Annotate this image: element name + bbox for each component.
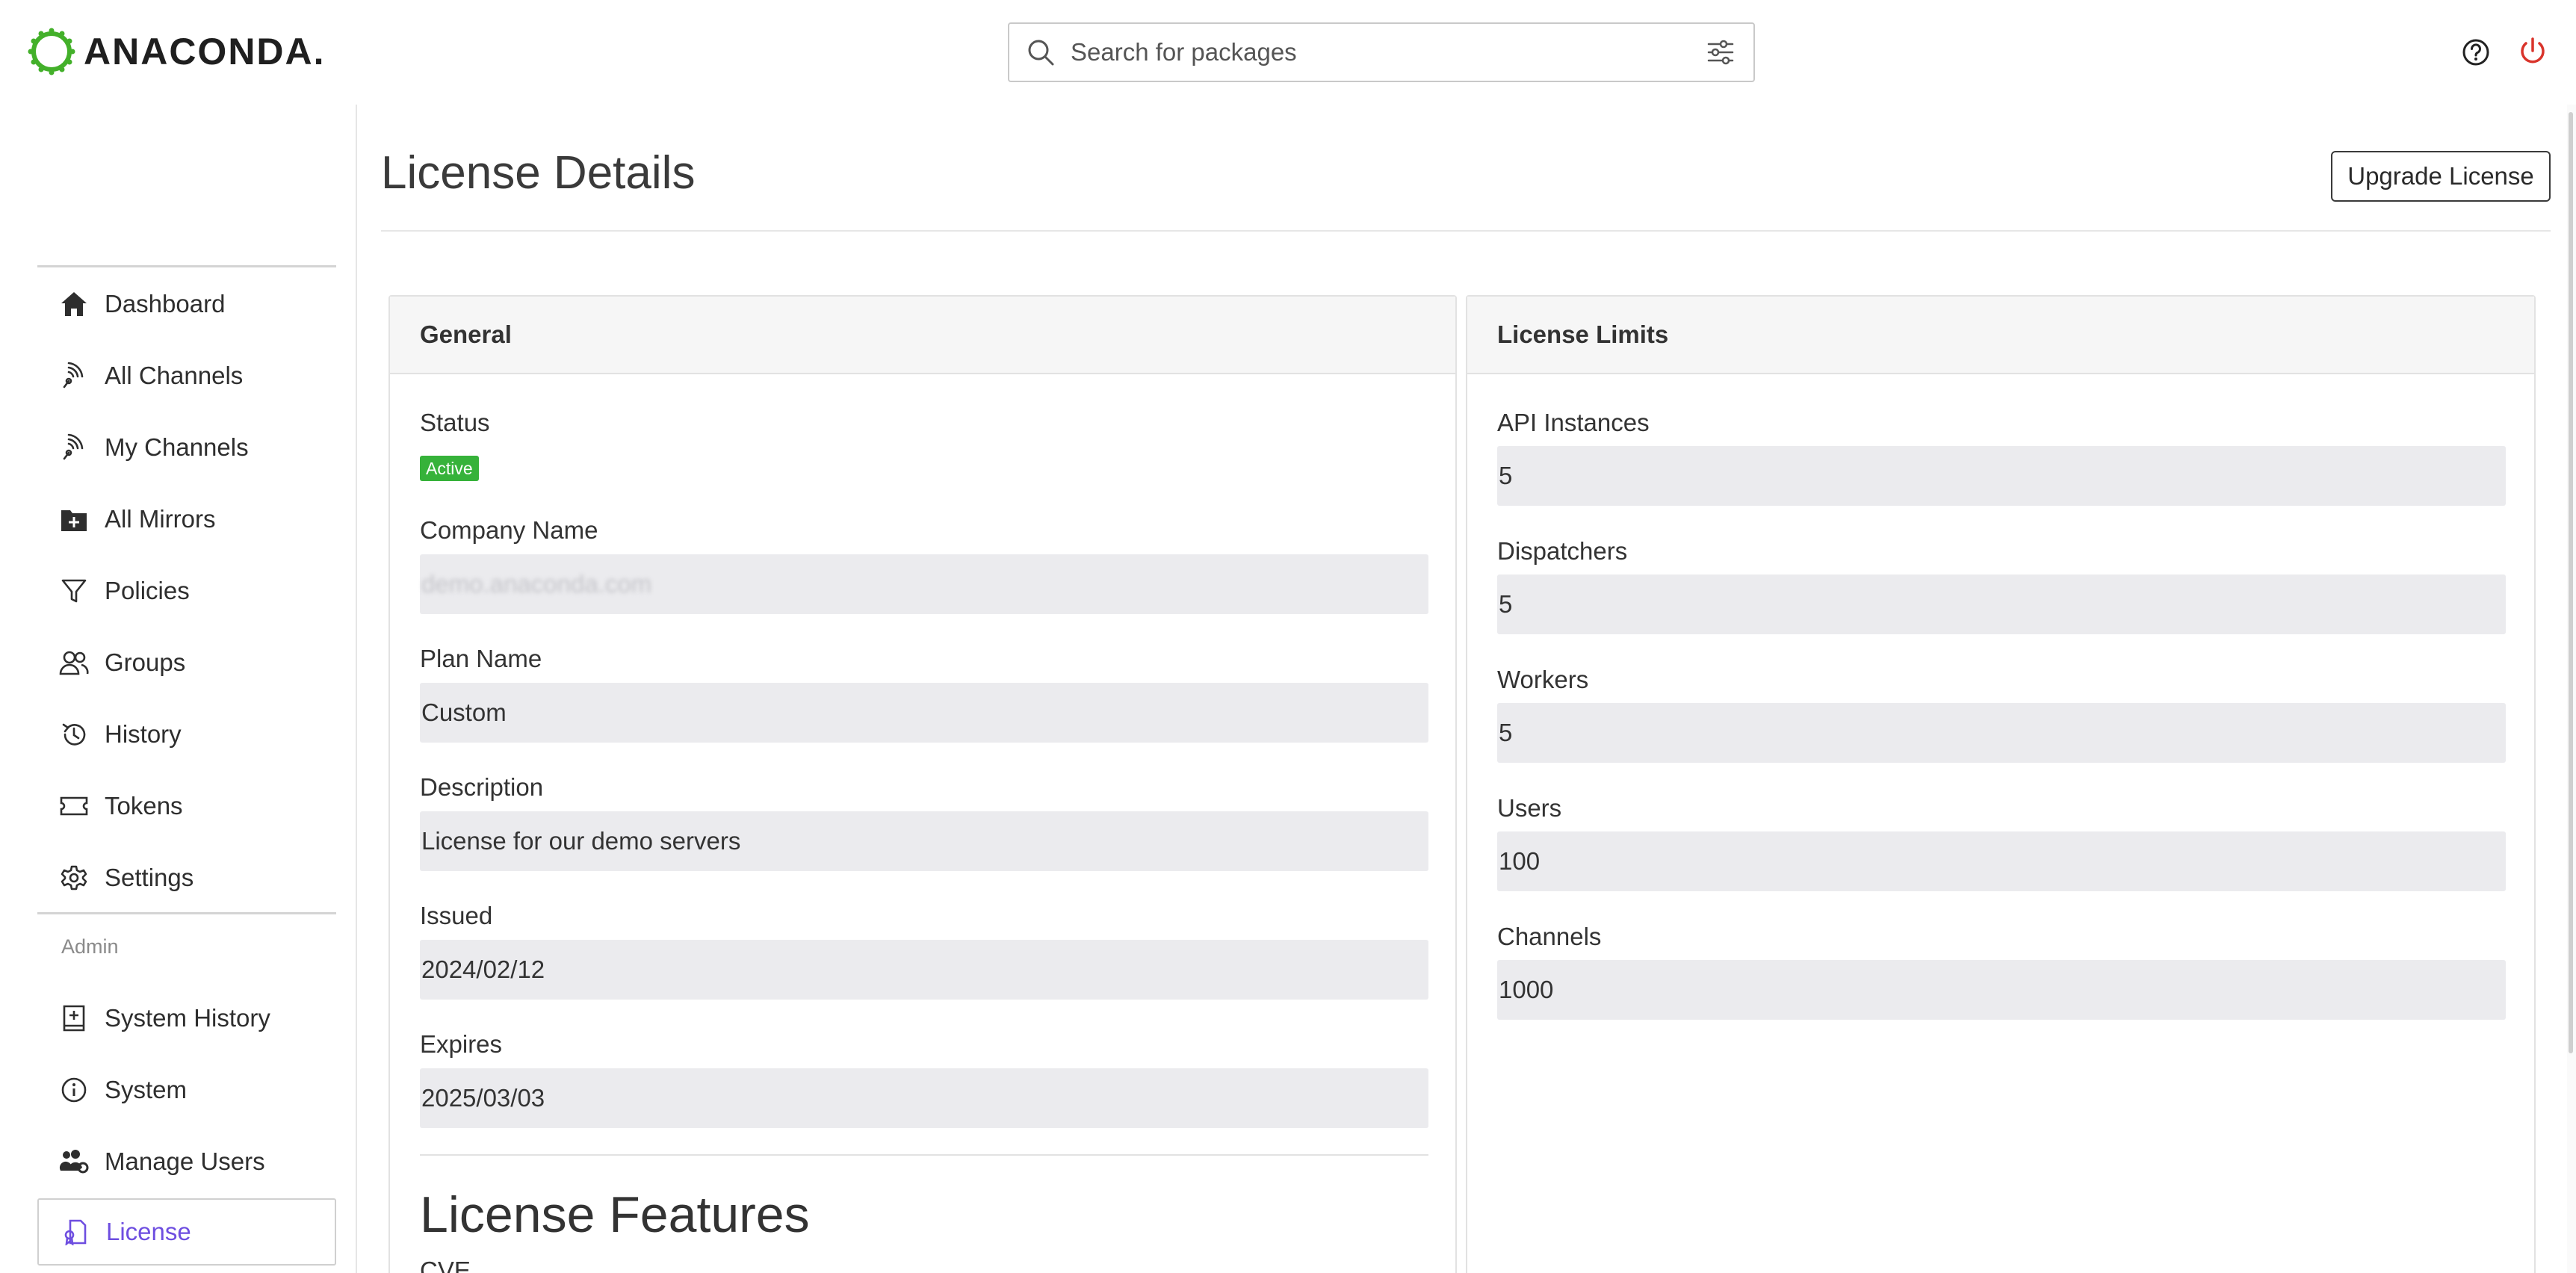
antenna-icon bbox=[58, 432, 90, 463]
company-name-value: demo.anaconda.com bbox=[421, 570, 652, 598]
upgrade-license-button[interactable]: Upgrade License bbox=[2331, 151, 2551, 202]
antenna-icon bbox=[58, 360, 90, 391]
users-value: 100 bbox=[1499, 847, 1541, 875]
dispatchers-label: Dispatchers bbox=[1497, 537, 1628, 565]
expires-label: Expires bbox=[420, 1030, 503, 1058]
api-instances-label: API Instances bbox=[1497, 409, 1650, 436]
expires-value: 2025/03/03 bbox=[421, 1084, 545, 1112]
channels-label: Channels bbox=[1497, 923, 1602, 950]
gear-icon bbox=[58, 862, 90, 893]
sidebar-divider bbox=[37, 265, 336, 267]
feature-cve-label: CVE bbox=[420, 1257, 471, 1273]
plan-name-field: Custom bbox=[420, 683, 1428, 743]
filter-icon bbox=[58, 575, 90, 607]
power-icon[interactable] bbox=[2517, 36, 2548, 67]
license-features-heading: License Features bbox=[420, 1186, 810, 1243]
status-badge: Active bbox=[420, 456, 479, 481]
anaconda-ring-icon bbox=[28, 28, 75, 75]
plan-name-label: Plan Name bbox=[420, 645, 542, 672]
home-icon bbox=[58, 288, 90, 320]
users-cog-icon bbox=[58, 1146, 90, 1177]
users-label: Users bbox=[1497, 794, 1562, 822]
sidebar-item-settings[interactable]: Settings bbox=[37, 844, 336, 911]
page-title: License Details bbox=[381, 147, 696, 199]
sidebar-item-label: History bbox=[105, 720, 182, 748]
company-name-field: demo.anaconda.com bbox=[420, 554, 1428, 614]
sidebar-item-label: System bbox=[105, 1076, 188, 1103]
features-divider bbox=[420, 1154, 1428, 1156]
channels-value: 1000 bbox=[1499, 976, 1554, 1003]
sidebar-item-label: Settings bbox=[105, 864, 194, 891]
dispatchers-field: 5 bbox=[1497, 574, 2506, 634]
license-limits-panel: License Limits API Instances 5 Dispatche… bbox=[1466, 295, 2536, 1273]
issued-value: 2024/02/12 bbox=[421, 955, 545, 983]
dispatchers-value: 5 bbox=[1499, 590, 1513, 618]
sidebar-item-label: Tokens bbox=[105, 792, 183, 820]
sidebar-item-license[interactable]: License bbox=[37, 1198, 336, 1266]
sidebar-item-policies[interactable]: Policies bbox=[37, 557, 336, 625]
info-icon bbox=[58, 1074, 90, 1106]
search-icon bbox=[1028, 40, 1054, 66]
sidebar-item-my-channels[interactable]: My Channels bbox=[37, 414, 336, 481]
sidebar-item-tokens[interactable]: Tokens bbox=[37, 772, 336, 840]
license-limits-heading: License Limits bbox=[1467, 297, 2534, 374]
users-field: 100 bbox=[1497, 831, 2506, 891]
general-panel: General Status Active Company Name demo.… bbox=[388, 295, 1457, 1273]
search-input[interactable] bbox=[1056, 38, 1706, 66]
history-icon bbox=[58, 719, 90, 750]
company-name-label: Company Name bbox=[420, 516, 598, 544]
logo-text: ANACONDA. bbox=[84, 31, 326, 72]
sidebar-item-history[interactable]: History bbox=[37, 701, 336, 768]
license-icon bbox=[60, 1216, 91, 1248]
description-field: License for our demo servers bbox=[420, 811, 1428, 871]
folder-plus-icon bbox=[58, 504, 90, 535]
api-instances-value: 5 bbox=[1499, 462, 1513, 489]
sidebar-item-all-channels[interactable]: All Channels bbox=[37, 342, 336, 409]
sidebar-item-label: Policies bbox=[105, 577, 190, 604]
sidebar: Dashboard All Channels My Channels All M… bbox=[0, 105, 357, 1273]
title-divider bbox=[381, 230, 2551, 232]
issued-field: 2024/02/12 bbox=[420, 940, 1428, 1000]
workers-label: Workers bbox=[1497, 666, 1589, 693]
ticket-icon bbox=[58, 790, 90, 822]
help-circle-icon[interactable] bbox=[2461, 37, 2491, 67]
sidebar-item-label: System History bbox=[105, 1004, 270, 1032]
page-scrollbar-thumb[interactable] bbox=[2569, 112, 2573, 1053]
issued-label: Issued bbox=[420, 902, 493, 929]
description-value: License for our demo servers bbox=[421, 827, 741, 855]
sidebar-item-all-mirrors[interactable]: All Mirrors bbox=[37, 486, 336, 553]
expires-field: 2025/03/03 bbox=[420, 1068, 1428, 1128]
sidebar-item-groups[interactable]: Groups bbox=[37, 629, 336, 696]
channels-field: 1000 bbox=[1497, 960, 2506, 1020]
sidebar-item-label: Dashboard bbox=[105, 290, 226, 318]
description-label: Description bbox=[420, 773, 544, 801]
book-plus-icon bbox=[58, 1003, 90, 1034]
anaconda-logo[interactable]: ANACONDA. bbox=[27, 27, 326, 76]
sidebar-item-label: My Channels bbox=[105, 433, 249, 461]
sidebar-item-system[interactable]: System bbox=[37, 1056, 336, 1124]
status-label: Status bbox=[420, 409, 490, 436]
general-panel-heading: General bbox=[390, 297, 1455, 374]
sidebar-item-label: All Channels bbox=[105, 362, 244, 389]
workers-value: 5 bbox=[1499, 719, 1513, 746]
admin-section-label: Admin bbox=[61, 935, 119, 958]
top-bar: ANACONDA. bbox=[0, 0, 2576, 105]
sidebar-item-label: Groups bbox=[105, 648, 186, 676]
sliders-icon[interactable] bbox=[1706, 37, 1736, 67]
sidebar-item-label: All Mirrors bbox=[105, 505, 216, 533]
sidebar-item-label: License bbox=[106, 1218, 191, 1245]
sidebar-divider bbox=[37, 912, 336, 914]
users-icon bbox=[58, 647, 90, 678]
workers-field: 5 bbox=[1497, 703, 2506, 763]
api-instances-field: 5 bbox=[1497, 446, 2506, 506]
sidebar-item-dashboard[interactable]: Dashboard bbox=[37, 270, 336, 338]
package-search[interactable] bbox=[1008, 22, 1755, 82]
sidebar-item-manage-users[interactable]: Manage Users bbox=[37, 1128, 336, 1195]
sidebar-item-system-history[interactable]: System History bbox=[37, 985, 336, 1052]
plan-name-value: Custom bbox=[421, 699, 507, 726]
sidebar-item-label: Manage Users bbox=[105, 1147, 265, 1175]
